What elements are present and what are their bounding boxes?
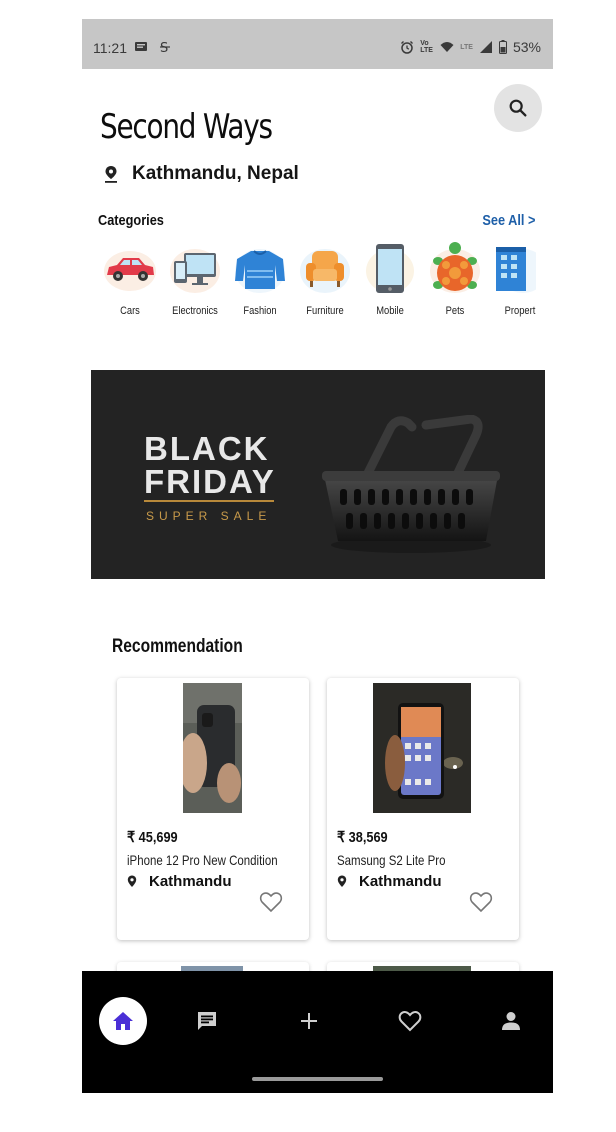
- location-pin-icon: [337, 875, 347, 887]
- nav-profile-button[interactable]: [487, 997, 535, 1045]
- battery-percent: 53%: [512, 39, 541, 55]
- promo-banner[interactable]: BLACK FRIDAY SUPER SALE: [91, 370, 545, 579]
- product-location: Kathmandu: [127, 873, 232, 890]
- heart-icon: [398, 1011, 422, 1032]
- search-button[interactable]: [494, 84, 542, 132]
- product-image: [183, 683, 242, 813]
- banner-subtitle: SUPER SALE: [146, 509, 272, 523]
- car-icon: [104, 251, 156, 291]
- category-cars[interactable]: Cars: [99, 241, 161, 321]
- banner-divider: [144, 500, 274, 502]
- product-image: [373, 683, 471, 813]
- computer-icon: [170, 249, 220, 293]
- product-location: Kathmandu: [337, 873, 442, 890]
- see-all-link[interactable]: See All >: [482, 212, 535, 229]
- shopping-basket-icon: [322, 415, 500, 553]
- favorite-heart-icon[interactable]: [469, 891, 493, 913]
- lte-indicator: LTE: [460, 43, 473, 51]
- armchair-icon: [300, 249, 350, 293]
- smartphone-icon: [366, 244, 414, 293]
- gesture-home-bar[interactable]: [252, 1077, 383, 1081]
- category-label: Propert: [504, 305, 536, 317]
- location-pin-icon: [127, 875, 137, 887]
- status-bar: 11:21 S Vo LTE LTE 53%: [82, 19, 553, 69]
- category-pets[interactable]: Pets: [424, 241, 486, 321]
- location-pin-icon: [105, 166, 117, 183]
- bottom-navigation: [82, 971, 553, 1093]
- product-name: iPhone 12 Pro New Condition: [127, 852, 278, 868]
- product-card[interactable]: ₹ 45,699 iPhone 12 Pro New Condition Kat…: [117, 678, 309, 940]
- banner-title-line2: FRIDAY: [144, 463, 276, 500]
- product-price: ₹ 45,699: [127, 829, 178, 846]
- chat-icon: [198, 1012, 216, 1030]
- category-mobile[interactable]: Mobile: [359, 241, 421, 321]
- volte-indicator: Vo LTE: [420, 40, 433, 54]
- plus-icon: [301, 1013, 317, 1029]
- product-card[interactable]: ₹ 38,569 Samsung S2 Lite Pro Kathmandu: [327, 678, 519, 940]
- category-electronics[interactable]: Electronics: [164, 241, 226, 321]
- category-property[interactable]: Propert: [489, 241, 536, 321]
- product-price: ₹ 38,569: [337, 829, 388, 846]
- status-time: 11:21: [93, 40, 127, 56]
- message-notification-icon: [135, 42, 147, 51]
- nav-home-button[interactable]: [99, 997, 147, 1045]
- turtle-icon: [430, 242, 480, 293]
- battery-icon: [498, 40, 507, 54]
- category-fashion[interactable]: Fashion: [229, 241, 291, 321]
- category-label: Electronics: [172, 305, 218, 317]
- product-location-label: Kathmandu: [149, 873, 232, 890]
- nav-add-button[interactable]: [285, 997, 333, 1045]
- categories-header: Categories See All >: [98, 212, 535, 234]
- search-icon: [509, 99, 527, 117]
- category-label: Cars: [120, 305, 140, 317]
- category-label: Pets: [445, 305, 465, 317]
- location-selector[interactable]: Kathmandu, Nepal: [104, 163, 299, 185]
- product-name: Samsung S2 Lite Pro: [337, 852, 446, 868]
- chevron-right-icon: >: [527, 212, 535, 229]
- recommendation-title: Recommendation: [112, 636, 243, 657]
- signal-icon: [479, 41, 492, 53]
- categories-title: Categories: [98, 212, 164, 229]
- person-icon: [502, 1012, 520, 1030]
- wifi-icon: [440, 42, 454, 52]
- product-location-label: Kathmandu: [359, 873, 442, 890]
- building-icon: [496, 247, 536, 293]
- nav-favorites-button[interactable]: [386, 997, 434, 1045]
- nav-messages-button[interactable]: [183, 997, 231, 1045]
- category-label: Fashion: [243, 305, 277, 317]
- sim-notification-icon: S: [160, 41, 170, 54]
- category-label: Furniture: [306, 305, 344, 317]
- category-label: Mobile: [376, 305, 404, 317]
- categories-list: Cars Electronics Fashion Furniture Mobil…: [99, 241, 536, 321]
- see-all-label: See All: [481, 212, 525, 229]
- alarm-icon: [401, 41, 414, 54]
- category-furniture[interactable]: Furniture: [294, 241, 356, 321]
- phone-screen: 11:21 S Vo LTE LTE 53% Second Ways Kathm…: [82, 19, 553, 1093]
- location-label: Kathmandu, Nepal: [132, 163, 299, 184]
- home-icon: [113, 1012, 133, 1030]
- favorite-heart-icon[interactable]: [259, 891, 283, 913]
- sweater-icon: [235, 249, 285, 293]
- app-title: Second Ways: [100, 107, 273, 147]
